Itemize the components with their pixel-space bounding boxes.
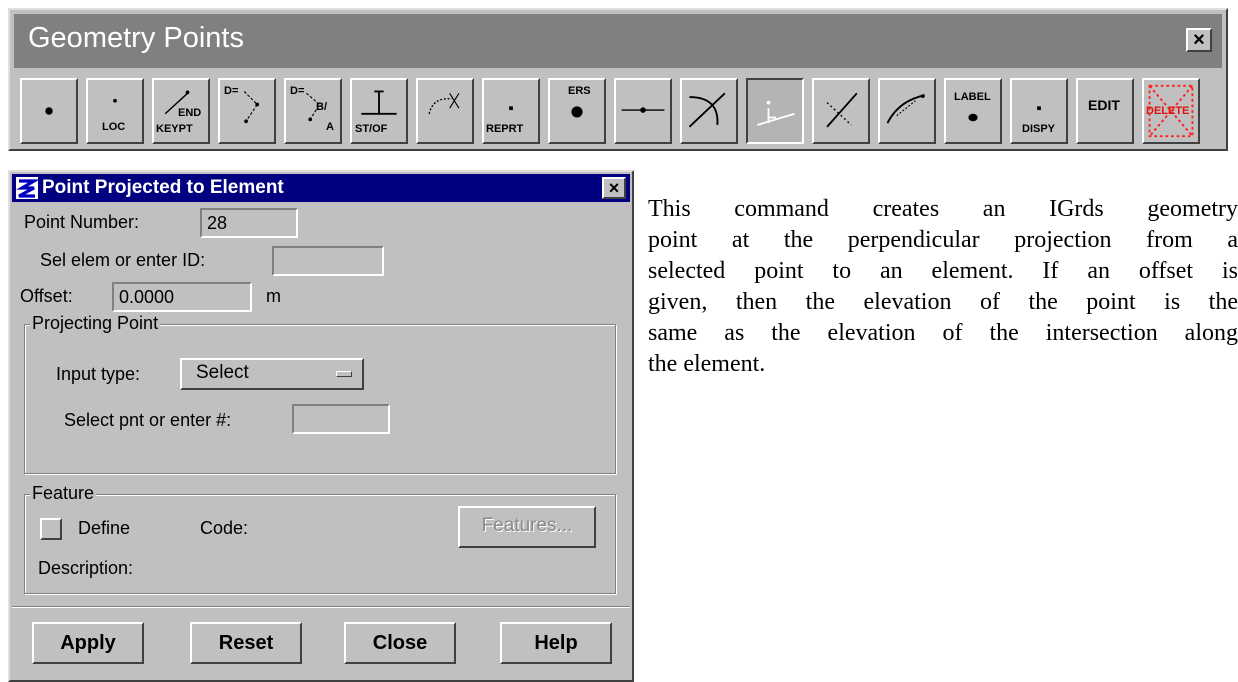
projecting-point-group bbox=[24, 324, 616, 474]
command-description: This command creates an IGrds geometry po… bbox=[648, 194, 1238, 380]
help-button[interactable]: Help bbox=[500, 622, 612, 664]
close-button[interactable]: Close bbox=[344, 622, 456, 664]
tool-label-label: LABEL bbox=[954, 91, 991, 103]
app-logo-icon bbox=[16, 177, 38, 199]
tool-stof-button[interactable]: ST/OF bbox=[350, 78, 408, 144]
arc-point-icon bbox=[428, 93, 460, 114]
tool-delete-button[interactable]: DELETE bbox=[1142, 78, 1200, 144]
tool-dist-ba-label: D= bbox=[290, 85, 305, 97]
description-line: point at the perpendicular projection fr… bbox=[648, 227, 1238, 253]
tool-dist-ba-label: B/ bbox=[316, 101, 327, 113]
offset-unit: m bbox=[266, 286, 281, 306]
description-label: Description: bbox=[38, 558, 134, 578]
dialog-close-button[interactable]: × bbox=[602, 177, 626, 199]
description-line: selected point to an element. If an offs… bbox=[648, 258, 1238, 284]
close-icon: × bbox=[1193, 29, 1205, 51]
tool-point-button[interactable] bbox=[20, 78, 78, 144]
label-icon bbox=[968, 113, 978, 122]
project-to-element-icon bbox=[757, 100, 795, 126]
perpendicular-icon bbox=[826, 92, 858, 128]
tool-perp-button[interactable] bbox=[812, 78, 870, 144]
input-type-dropdown[interactable]: Select bbox=[180, 358, 364, 390]
tool-endkeypt-label: END bbox=[178, 107, 202, 119]
tool-dist-ba-button[interactable]: D= B/A bbox=[284, 78, 342, 144]
tool-reprt-button[interactable]: REPRT bbox=[482, 78, 540, 144]
tool-endkeypt-label: KEYPT bbox=[156, 123, 193, 135]
define-checkbox[interactable] bbox=[40, 518, 62, 540]
geometry-points-toolbar: Geometry Points × LOC END KEYPT D= D= B/A ST/O… bbox=[8, 8, 1228, 151]
tool-dist-dir-button[interactable]: D= bbox=[218, 78, 276, 144]
tool-label-button[interactable]: LABEL bbox=[944, 78, 1002, 144]
point-on-line-icon bbox=[621, 107, 665, 113]
tool-delete-label: DELETE bbox=[1146, 105, 1190, 117]
dot-icon bbox=[45, 107, 53, 115]
toolbar-close-button[interactable]: × bbox=[1186, 28, 1212, 52]
offset-label: Offset: bbox=[20, 286, 73, 306]
sel-elem-field[interactable] bbox=[272, 246, 384, 276]
point-on-curve-icon bbox=[886, 94, 925, 124]
tool-loc-button[interactable]: LOC bbox=[86, 78, 144, 144]
dialog-title: Point Projected to Element bbox=[42, 177, 284, 198]
tool-ers-button[interactable]: ERS bbox=[548, 78, 606, 144]
description-line: This command creates an IGrds geometry bbox=[648, 196, 1238, 222]
tool-edit-button[interactable]: EDIT bbox=[1076, 78, 1134, 144]
features-button[interactable]: Features... bbox=[458, 506, 596, 548]
tool-stof-label: ST/OF bbox=[355, 123, 388, 135]
toolbar-title-bar: Geometry Points × bbox=[14, 14, 1222, 68]
point-number-field[interactable]: 28 bbox=[200, 208, 298, 238]
tool-dist-dir-label: D= bbox=[224, 85, 239, 97]
tool-intersect-button[interactable] bbox=[680, 78, 738, 144]
intersect-arc-icon bbox=[688, 92, 726, 128]
tool-dispy-label: DISPY bbox=[1022, 123, 1056, 135]
feature-legend: Feature bbox=[30, 483, 97, 504]
button-separator bbox=[12, 606, 630, 608]
tool-on-line-button[interactable] bbox=[614, 78, 672, 144]
tool-loc-label: LOC bbox=[102, 121, 126, 133]
define-label: Define bbox=[78, 518, 131, 538]
tool-project-button[interactable] bbox=[746, 78, 804, 144]
description-line: the element. bbox=[648, 351, 766, 377]
select-pnt-field[interactable] bbox=[292, 404, 390, 434]
select-pnt-label: Select pnt or enter #: bbox=[64, 410, 232, 430]
point-number-label: Point Number: bbox=[24, 212, 140, 232]
option-indicator-icon bbox=[336, 371, 352, 377]
point-projected-dialog: Point Projected to Element × Point Numbe… bbox=[8, 170, 634, 682]
tool-ers-label: ERS bbox=[568, 85, 591, 97]
tool-dist-ba-label: A bbox=[326, 121, 334, 133]
offset-field[interactable]: 0.0000 bbox=[112, 282, 252, 312]
tool-dispy-button[interactable]: DISPY bbox=[1010, 78, 1068, 144]
apply-button[interactable]: Apply bbox=[32, 622, 144, 664]
dialog-title-bar: Point Projected to Element × bbox=[12, 174, 630, 202]
tool-arc-button[interactable] bbox=[416, 78, 474, 144]
tool-reprt-label: REPRT bbox=[486, 123, 524, 135]
input-type-label: Input type: bbox=[56, 364, 141, 384]
sel-elem-label: Sel elem or enter ID: bbox=[40, 250, 206, 270]
description-line: given, then the elevation of the point i… bbox=[648, 289, 1238, 315]
reset-button[interactable]: Reset bbox=[190, 622, 302, 664]
tool-endkeypt-button[interactable]: END KEYPT bbox=[152, 78, 210, 144]
close-icon: × bbox=[608, 178, 620, 198]
input-type-value: Select bbox=[196, 362, 249, 383]
tool-curve-button[interactable] bbox=[878, 78, 936, 144]
code-label: Code: bbox=[200, 518, 249, 538]
toolbar-title: Geometry Points bbox=[28, 22, 244, 54]
description-line: same as the elevation of the intersectio… bbox=[648, 320, 1238, 346]
tool-edit-label: EDIT bbox=[1088, 97, 1120, 113]
projecting-point-legend: Projecting Point bbox=[30, 313, 161, 334]
